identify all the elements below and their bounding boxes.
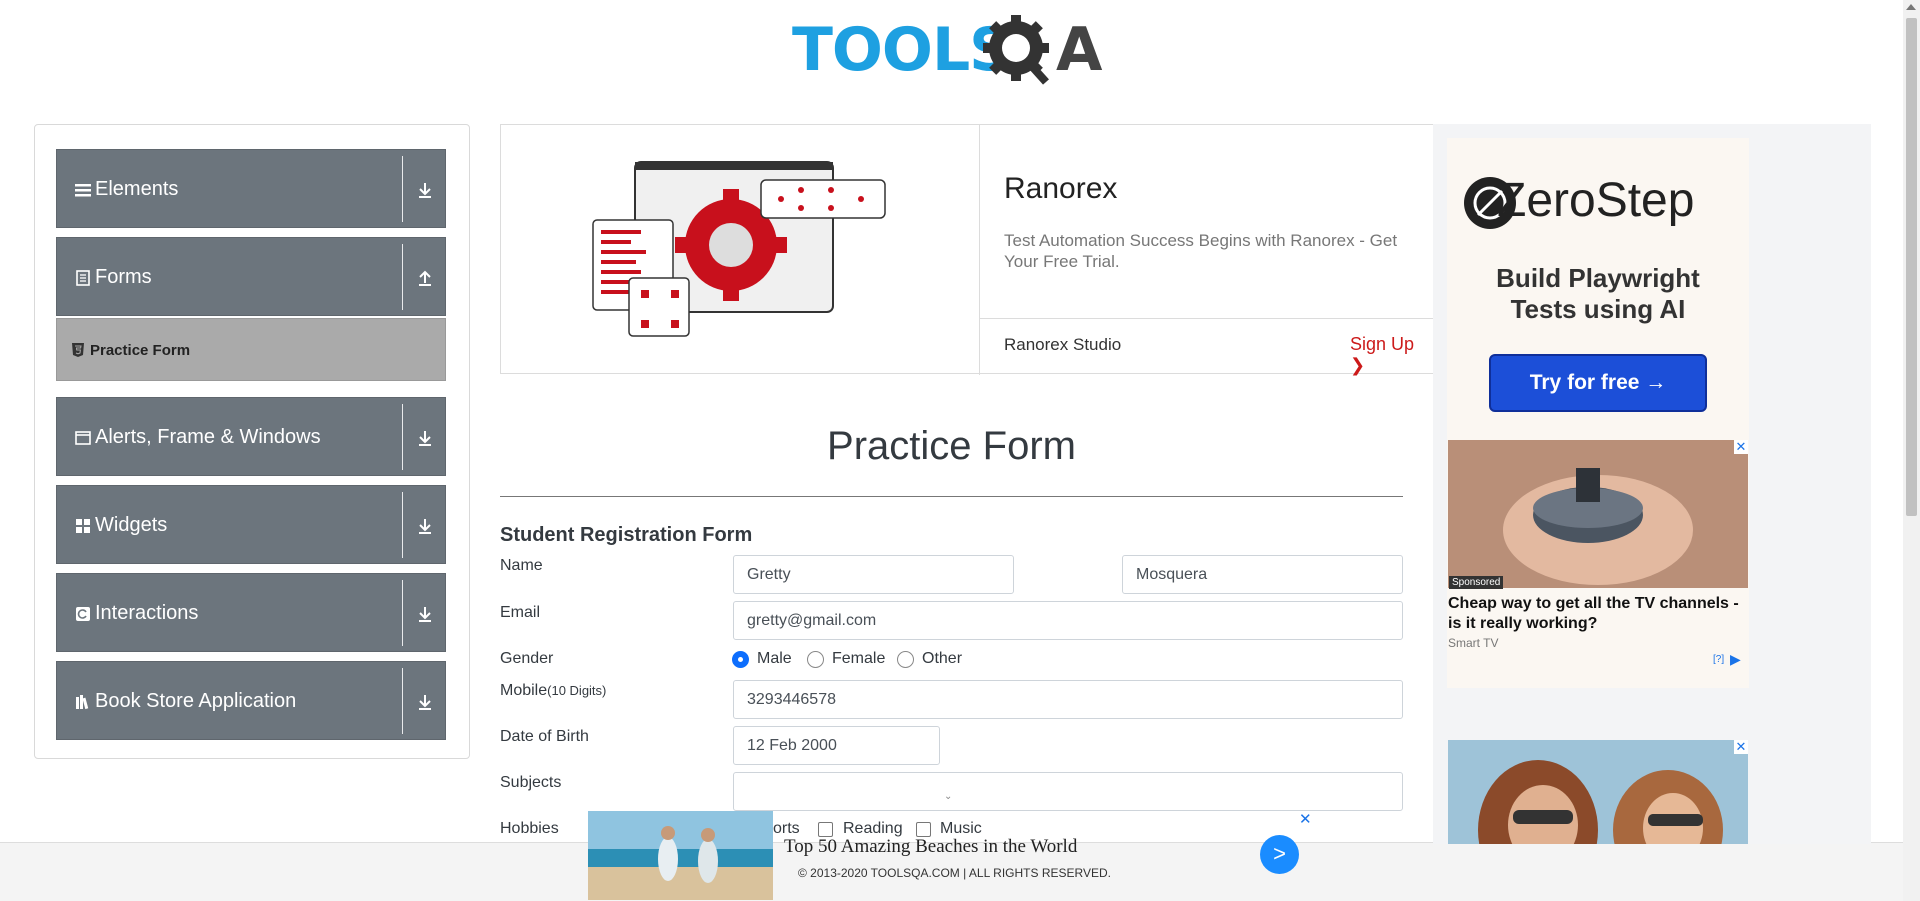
subjects-input[interactable]: ⌄ (733, 772, 1403, 811)
mobile-input[interactable] (733, 680, 1403, 719)
toolsqa-logo[interactable]: TOOLS A (790, 14, 1120, 92)
gender-other-label[interactable]: Other (922, 650, 962, 668)
divider (402, 244, 403, 310)
dob-label: Date of Birth (500, 728, 589, 745)
close-icon[interactable]: ✕ (1734, 440, 1748, 454)
first-name-input[interactable] (733, 555, 1014, 594)
gender-female-label[interactable]: Female (832, 650, 885, 668)
sponsored-ad-source: Smart TV (1448, 636, 1499, 650)
nav-group-label: Book Store Application (95, 690, 297, 712)
divider (402, 668, 403, 734)
nav-group-alerts-frame-windows[interactable]: Alerts, Frame & Windows (56, 397, 446, 476)
zerostep-headline: Build Playwright Tests using AI (1447, 263, 1749, 325)
ad-title: Ranorex (1004, 172, 1118, 205)
divider (402, 580, 403, 646)
gender-female-radio[interactable] (807, 651, 824, 668)
gender-label: Gender (500, 650, 554, 667)
html5-icon (72, 343, 84, 357)
chevron-right-icon: ❯ (1350, 355, 1366, 375)
subjects-label: Subjects (500, 774, 562, 791)
close-icon[interactable]: ✕ (1734, 740, 1748, 754)
email-label: Email (500, 604, 541, 621)
sponsored-badge: Sponsored (1449, 576, 1504, 589)
email-input[interactable] (733, 601, 1403, 640)
hobby-reading-checkbox[interactable] (818, 822, 833, 837)
date-of-birth-input[interactable] (733, 726, 940, 765)
left-nav-panel: Elements Forms Practice Form Alerts, Fra… (34, 124, 470, 759)
upload-arrow-icon[interactable] (414, 267, 436, 289)
mobile-hint: (10 Digits) (547, 683, 607, 698)
ranorex-ad-banner[interactable]: Ranorex Test Automation Success Begins w… (500, 124, 1436, 376)
nav-group-label: Alerts, Frame & Windows (95, 426, 321, 448)
nav-group-book-store-application[interactable]: Book Store Application (56, 661, 446, 740)
download-arrow-icon[interactable] (414, 179, 436, 201)
ad-product-name: Ranorex Studio (1004, 335, 1122, 354)
scroll-up-arrow-icon[interactable] (1906, 4, 1916, 10)
tv-antenna-photo (1448, 440, 1748, 588)
gender-male-radio[interactable] (732, 651, 749, 668)
nav-item-practice-form[interactable]: Practice Form (56, 318, 446, 381)
adchoices-icon[interactable]: [?] (1713, 654, 1724, 665)
last-name-input[interactable] (1122, 555, 1403, 594)
ad-description: Test Automation Success Begins with Rano… (1004, 231, 1398, 271)
zerostep-headline-line2: Tests using AI (1510, 294, 1686, 324)
sponsored-ad-image[interactable] (1448, 440, 1748, 588)
try-for-free-button[interactable]: Try for free → (1489, 354, 1707, 412)
nav-group-forms[interactable]: Forms (56, 237, 446, 316)
ad-signup-link[interactable]: Sign Up ❯ (1350, 334, 1434, 376)
form-subtitle: Student Registration Form (500, 524, 753, 546)
nav-group-label: Widgets (95, 514, 168, 536)
nav-group-widgets[interactable]: Widgets (56, 485, 446, 564)
close-icon[interactable]: ✕ (1299, 810, 1312, 828)
page-title: Practice Form (827, 424, 1076, 468)
download-arrow-icon[interactable] (414, 427, 436, 449)
chevron-down-icon: ⌄ (944, 791, 953, 802)
logo-text-tools: TOOLS (792, 15, 1011, 85)
nav-group-interactions[interactable]: Interactions (56, 573, 446, 652)
logo-graphic: TOOLS A (792, 15, 1104, 85)
divider (980, 318, 1436, 319)
name-label: Name (500, 557, 543, 574)
logo-text-a: A (1056, 15, 1103, 85)
download-arrow-icon[interactable] (414, 603, 436, 625)
divider (979, 125, 980, 375)
ranorex-illustration (592, 161, 886, 337)
download-arrow-icon[interactable] (414, 691, 436, 713)
nav-group-elements[interactable]: Elements (56, 149, 446, 228)
divider (500, 496, 1403, 497)
zerostep-headline-line1: Build Playwright (1496, 263, 1700, 293)
nav-group-label: Elements (95, 178, 179, 200)
hobby-music-checkbox[interactable] (916, 822, 931, 837)
nav-item-label: Practice Form (90, 342, 191, 359)
grid-icon (76, 519, 90, 533)
nav-group-label: Forms (95, 266, 152, 288)
mobile-label: Mobile(10 Digits) (500, 682, 606, 700)
window-icon (75, 431, 91, 445)
refresh-icon (76, 607, 90, 621)
beach-ad-go-button[interactable]: > (1260, 835, 1299, 874)
sponsored-ad-title[interactable]: Cheap way to get all the TV channels - i… (1448, 594, 1750, 634)
zerostep-brand: ZeroStep (1497, 174, 1695, 227)
beach-ad-title[interactable]: Top 50 Amazing Beaches in the World (784, 836, 1077, 858)
hobbies-label: Hobbies (500, 820, 559, 837)
footer-copyright: © 2013-2020 TOOLSQA.COM | ALL RIGHTS RES… (798, 866, 1111, 880)
divider (402, 404, 403, 470)
beach-photo (588, 811, 773, 900)
hamburger-icon (75, 184, 91, 197)
gender-other-radio[interactable] (897, 651, 914, 668)
divider (402, 156, 403, 222)
adchoices-arrow-icon[interactable]: ▶ (1730, 651, 1741, 668)
portrait-photo (1448, 740, 1748, 844)
document-icon (76, 270, 90, 286)
scrollbar-thumb[interactable] (1906, 18, 1917, 516)
beach-ad-image[interactable] (588, 811, 773, 900)
download-arrow-icon[interactable] (414, 515, 436, 537)
second-ad-image[interactable] (1448, 740, 1748, 844)
ad-signup-label: Sign Up (1350, 334, 1415, 354)
nav-group-label: Interactions (95, 602, 199, 624)
books-icon (76, 695, 89, 710)
mobile-label-text: Mobile (500, 682, 548, 699)
divider (402, 492, 403, 558)
gender-male-label[interactable]: Male (757, 650, 792, 668)
